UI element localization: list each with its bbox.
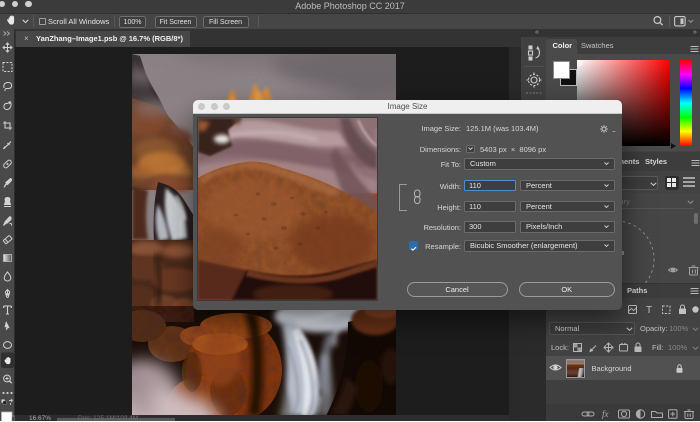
svg-text:fx: fx — [602, 409, 609, 419]
svg-text:T: T — [646, 305, 652, 315]
